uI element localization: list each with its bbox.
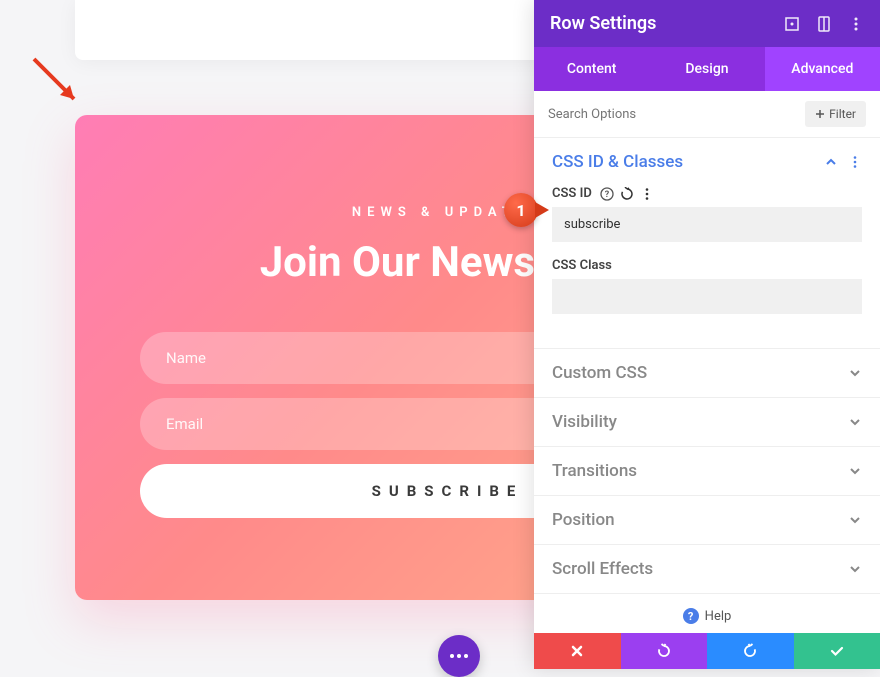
section-header-scroll-effects[interactable]: Scroll Effects bbox=[534, 545, 880, 593]
section-title-custom-css: Custom CSS bbox=[552, 363, 647, 383]
more-icon[interactable] bbox=[848, 16, 864, 32]
fab-dot bbox=[464, 654, 468, 658]
check-icon bbox=[829, 643, 845, 659]
help-row[interactable]: ? Help bbox=[534, 594, 880, 633]
redo-button[interactable] bbox=[707, 633, 794, 669]
undo-icon bbox=[656, 643, 672, 659]
section-header-visibility[interactable]: Visibility bbox=[534, 398, 880, 446]
tab-design[interactable]: Design bbox=[649, 47, 764, 91]
section-header-css-id-classes[interactable]: CSS ID & Classes bbox=[534, 138, 880, 186]
section-visibility: Visibility bbox=[534, 398, 880, 447]
section-title-css-id-classes: CSS ID & Classes bbox=[552, 152, 683, 172]
section-header-custom-css[interactable]: Custom CSS bbox=[534, 349, 880, 397]
row-settings-panel: Row Settings Content Design Advanced Fil… bbox=[534, 0, 880, 669]
section-body-css-id-classes: CSS ID ? CSS Class bbox=[534, 186, 880, 348]
section-header-position[interactable]: Position bbox=[534, 496, 880, 544]
css-id-label: CSS ID bbox=[552, 186, 592, 201]
tab-content[interactable]: Content bbox=[534, 47, 649, 91]
css-class-label: CSS Class bbox=[552, 258, 862, 273]
section-more-icon[interactable] bbox=[848, 155, 862, 169]
chevron-down-icon bbox=[848, 415, 862, 429]
section-header-transitions[interactable]: Transitions bbox=[534, 447, 880, 495]
undo-button[interactable] bbox=[621, 633, 708, 669]
reset-icon[interactable] bbox=[620, 187, 634, 201]
section-transitions: Transitions bbox=[534, 447, 880, 496]
panel-header: Row Settings bbox=[534, 0, 880, 47]
redo-icon bbox=[742, 643, 758, 659]
section-title-position: Position bbox=[552, 510, 615, 530]
callout-marker-1: 1 bbox=[504, 193, 538, 227]
bottom-action-bar bbox=[534, 633, 880, 669]
annotation-arrow bbox=[30, 55, 80, 105]
cancel-button[interactable] bbox=[534, 633, 621, 669]
chevron-down-icon bbox=[848, 562, 862, 576]
chevron-down-icon bbox=[848, 464, 862, 478]
filter-label: Filter bbox=[829, 107, 856, 121]
close-icon bbox=[570, 644, 584, 658]
search-options-input[interactable] bbox=[548, 107, 797, 122]
chevron-down-icon bbox=[848, 366, 862, 380]
fab-more-button[interactable] bbox=[438, 635, 480, 677]
section-custom-css: Custom CSS bbox=[534, 349, 880, 398]
panel-title: Row Settings bbox=[550, 13, 656, 34]
responsive-icon[interactable] bbox=[816, 16, 832, 32]
search-filter-row: Filter bbox=[534, 91, 880, 138]
field-more-icon[interactable] bbox=[640, 187, 654, 201]
chevron-down-icon bbox=[848, 513, 862, 527]
fab-dot bbox=[457, 654, 461, 658]
filter-button[interactable]: Filter bbox=[805, 101, 866, 127]
chevron-up-icon bbox=[824, 155, 838, 169]
section-title-visibility: Visibility bbox=[552, 412, 617, 432]
help-circle-icon: ? bbox=[683, 608, 699, 624]
save-button[interactable] bbox=[794, 633, 880, 669]
svg-text:?: ? bbox=[605, 190, 610, 200]
section-css-id-classes: CSS ID & Classes CSS ID ? CSS Class bbox=[534, 138, 880, 349]
section-title-scroll-effects: Scroll Effects bbox=[552, 559, 653, 579]
plus-icon bbox=[815, 109, 825, 119]
section-scroll-effects: Scroll Effects bbox=[534, 545, 880, 594]
help-icon[interactable]: ? bbox=[600, 187, 614, 201]
section-position: Position bbox=[534, 496, 880, 545]
section-title-transitions: Transitions bbox=[552, 461, 637, 481]
tabs: Content Design Advanced bbox=[534, 47, 880, 91]
expand-icon[interactable] bbox=[784, 16, 800, 32]
css-id-label-row: CSS ID ? bbox=[552, 186, 862, 201]
css-id-input[interactable] bbox=[552, 207, 862, 242]
tab-advanced[interactable]: Advanced bbox=[765, 47, 880, 91]
fab-dot bbox=[450, 654, 454, 658]
css-class-input[interactable] bbox=[552, 279, 862, 314]
help-label: Help bbox=[705, 609, 732, 624]
